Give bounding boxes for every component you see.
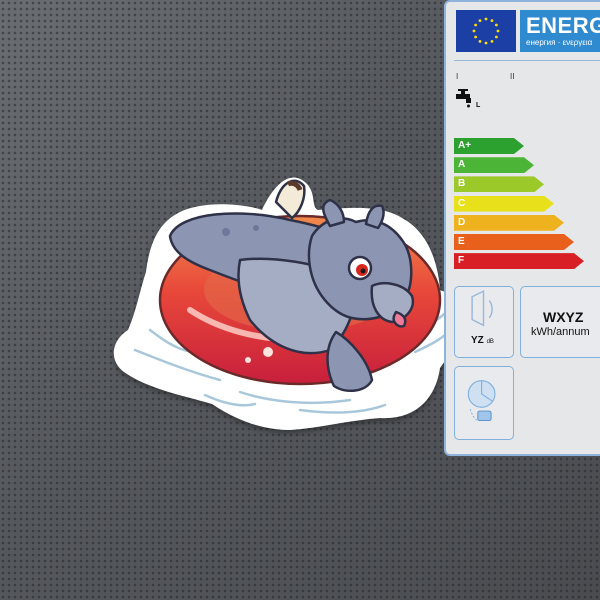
efficiency-class-bar: E — [454, 234, 574, 250]
efficiency-class-bar: B — [454, 176, 544, 192]
eu-star-icon — [496, 29, 500, 33]
eu-star-icon — [478, 40, 482, 43]
energy-subtitle: енергия · ενεργεια — [526, 38, 593, 47]
energy-unit: kWh/annum — [531, 326, 590, 338]
efficiency-class-label: D — [458, 216, 466, 228]
eu-star-icon — [490, 19, 494, 22]
efficiency-class-bar: A — [454, 157, 534, 173]
efficiency-class-bar: C — [454, 196, 554, 212]
efficiency-class-label: A — [458, 159, 466, 171]
energy-value: WXYZ — [543, 309, 584, 325]
noise-unit: dB — [486, 339, 494, 345]
eu-star-icon — [474, 23, 477, 27]
noise-box: YZ dB — [454, 286, 514, 358]
water-unit: L — [476, 102, 481, 109]
noise-value: YZ dB — [471, 335, 494, 346]
energy-header-band: ENERG енергия · ενεργεια — [520, 10, 600, 52]
energy-consumption-box: WXYZ kWh/annum — [520, 286, 600, 358]
efficiency-class-bar: F — [454, 253, 584, 269]
eu-star-icon — [474, 35, 477, 39]
roman-numeral-1: I — [456, 72, 459, 81]
eu-star-icon — [495, 35, 498, 39]
eu-star-icon — [484, 41, 488, 45]
efficiency-class-label: F — [458, 255, 465, 267]
energy-label-header: ENERG енергия · ενεργεια — [452, 8, 600, 54]
eu-star-icon — [495, 23, 498, 27]
efficiency-class-label: B — [458, 178, 466, 190]
ice-cube-icon — [467, 380, 496, 422]
ice-box — [454, 366, 514, 440]
roman-numeral-2: II — [510, 72, 515, 81]
efficiency-class-bar: A+ — [454, 138, 524, 154]
efficiency-class-label: C — [458, 197, 466, 209]
eu-star-icon — [478, 19, 482, 22]
header-divider — [454, 60, 600, 61]
energy-label: ENERG енергия · ενεργεια I II L A+ A B C D E F… — [444, 0, 600, 456]
efficiency-scale: A+ A B C D E F — [454, 138, 584, 272]
eu-star-icon — [490, 40, 494, 43]
energy-title: ENERG — [526, 13, 600, 38]
eu-star-icon — [472, 29, 476, 33]
eu-star-icon — [484, 17, 488, 21]
efficiency-class-label: A+ — [458, 140, 472, 151]
eu-flag-icon — [456, 10, 516, 52]
efficiency-class-bar: D — [454, 215, 564, 231]
efficiency-class-label: E — [458, 235, 465, 247]
water-tap-icon — [456, 89, 471, 108]
